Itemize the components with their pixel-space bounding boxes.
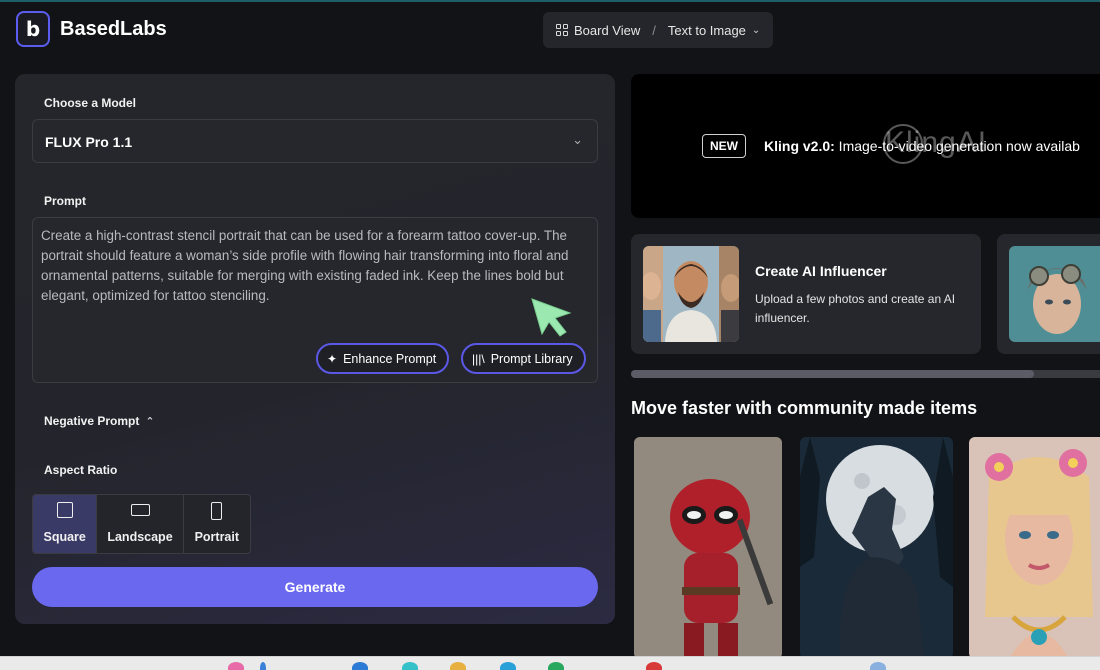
banner-message: Kling v2.0: Image-to-video generation no… xyxy=(764,138,1080,154)
app-icon[interactable] xyxy=(548,662,564,670)
prompt-textarea[interactable]: Create a high-contrast stencil portrait … xyxy=(32,217,598,383)
generate-button[interactable]: Generate xyxy=(32,567,598,607)
square-icon xyxy=(56,502,73,518)
aspect-square-label: Square xyxy=(43,530,86,544)
app-icon[interactable] xyxy=(228,662,244,670)
top-header: b BasedLabs Board View / Text to Image ⌄ xyxy=(0,2,1100,58)
sparkle-icon: ✦ xyxy=(327,351,338,366)
mode-label[interactable]: Text to Image xyxy=(668,23,746,38)
portrait-icon xyxy=(211,502,223,520)
prompt-text[interactable]: Create a high-contrast stencil portrait … xyxy=(41,226,589,306)
chevron-down-icon: ⌄ xyxy=(572,132,583,147)
folder-icon[interactable] xyxy=(450,662,466,670)
board-view-icon xyxy=(556,24,568,36)
generation-panel: Choose a Model FLUX Pro 1.1 ⌄ Prompt Cre… xyxy=(15,74,615,624)
app-icon[interactable] xyxy=(352,662,368,670)
brand-name[interactable]: BasedLabs xyxy=(60,18,167,41)
aspect-portrait-option[interactable]: Portrait xyxy=(184,495,250,553)
prompt-library-button[interactable]: |||\ Prompt Library xyxy=(461,343,586,374)
community-section-title: Move faster with community made items xyxy=(631,398,978,418)
os-taskbar xyxy=(0,656,1100,670)
logo-glyph: b xyxy=(25,17,41,41)
negative-prompt-toggle[interactable]: Negative Prompt ⌃ xyxy=(44,414,155,428)
negative-prompt-label: Negative Prompt xyxy=(44,414,140,428)
chevron-down-icon[interactable]: ⌄ xyxy=(752,25,760,36)
aspect-ratio-selector: Square Landscape Portrait xyxy=(32,494,251,554)
aspect-ratio-label: Aspect Ratio xyxy=(44,463,118,477)
prompt-library-label: Prompt Library xyxy=(490,351,573,366)
landscape-icon xyxy=(130,504,150,516)
card-title: Create AI Influencer xyxy=(755,263,887,279)
model-select[interactable]: FLUX Pro 1.1 ⌄ xyxy=(32,119,598,163)
view-switcher[interactable]: Board View / Text to Image ⌄ xyxy=(543,12,773,48)
enhance-prompt-button[interactable]: ✦ Enhance Prompt xyxy=(316,343,450,374)
gallery-item[interactable] xyxy=(969,437,1100,659)
banner-title-bold: Kling v2.0: xyxy=(764,138,835,154)
prompt-label: Prompt xyxy=(44,194,86,208)
chevron-up-icon: ⌃ xyxy=(145,416,155,428)
breadcrumb-separator: / xyxy=(652,22,656,38)
model-label: Choose a Model xyxy=(44,96,137,110)
carousel-scroll-thumb[interactable] xyxy=(631,370,1034,378)
aspect-landscape-option[interactable]: Landscape xyxy=(97,495,184,553)
enhance-prompt-label: Enhance Prompt xyxy=(343,351,437,366)
aspect-square-option[interactable]: Square xyxy=(33,495,98,553)
feature-card-next[interactable] xyxy=(997,234,1100,354)
card-description: Upload a few photos and create an AI inf… xyxy=(755,292,956,325)
app-icon[interactable] xyxy=(260,662,266,670)
promo-banner[interactable]: KlingAI NEW Kling v2.0: Image-to-video g… xyxy=(631,74,1100,218)
new-badge: NEW xyxy=(702,134,746,158)
aspect-portrait-label: Portrait xyxy=(194,530,240,544)
app-icon[interactable] xyxy=(500,662,516,670)
next-card-thumbnail xyxy=(1009,246,1100,342)
model-value: FLUX Pro 1.1 xyxy=(45,134,133,150)
aspect-landscape-label: Landscape xyxy=(107,530,173,544)
app-icon[interactable] xyxy=(870,662,886,670)
feature-card-influencer[interactable]: Create AI Influencer Upload a few photos… xyxy=(631,234,981,354)
app-icon[interactable] xyxy=(646,662,662,670)
board-view-label[interactable]: Board View xyxy=(574,23,640,38)
mouse-cursor-icon xyxy=(531,298,572,337)
gallery-item[interactable] xyxy=(634,437,782,659)
brand-logo[interactable]: b xyxy=(16,11,50,47)
influencer-thumbnail xyxy=(643,246,739,342)
library-icon: |||\ xyxy=(472,351,485,366)
gallery-item[interactable] xyxy=(800,437,953,659)
app-icon[interactable] xyxy=(402,662,418,670)
banner-title-rest: Image-to-video generation now availab xyxy=(834,138,1080,154)
